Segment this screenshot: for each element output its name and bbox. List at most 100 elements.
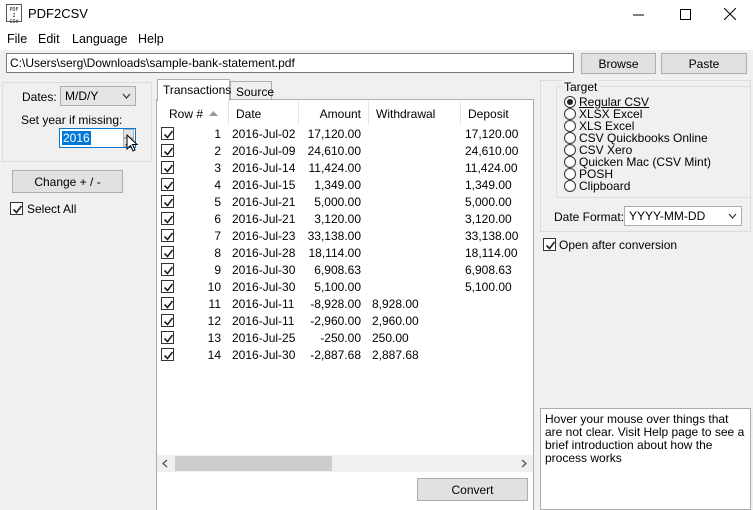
cell-row-number: 2	[214, 144, 221, 158]
horizontal-scrollbar[interactable]	[157, 455, 533, 472]
row-checkbox[interactable]	[161, 212, 174, 225]
row-checkbox[interactable]	[161, 297, 174, 310]
year-spinner[interactable]: 2016	[59, 128, 136, 148]
cell-date: 2016-Jul-21	[232, 212, 296, 226]
select-all-label: Select All	[27, 202, 77, 216]
cell-amount: -8,928.00	[310, 297, 361, 311]
cell-date: 2016-Jul-30	[232, 348, 296, 362]
cell-deposit: 6,908.63	[465, 263, 512, 277]
cell-date: 2016-Jul-11	[232, 314, 295, 328]
checkmark-icon	[163, 334, 174, 343]
checkmark-icon	[163, 317, 174, 326]
minimize-icon	[632, 14, 644, 15]
cell-date: 2016-Jul-28	[232, 246, 296, 260]
checkmark-icon	[163, 300, 174, 309]
title-bar: PDF 2 CSV PDF2CSV	[0, 0, 753, 28]
maximize-button[interactable]	[662, 0, 708, 28]
row-checkbox[interactable]	[161, 161, 174, 174]
scroll-right-icon[interactable]	[521, 459, 527, 468]
sort-ascending-icon	[209, 111, 218, 116]
row-checkbox[interactable]	[161, 263, 174, 276]
table-row[interactable]: 13 2016-Jul-25 -250.00 250.00	[157, 330, 533, 347]
table-row[interactable]: 14 2016-Jul-30 -2,887.68 2,887.68	[157, 347, 533, 364]
column-header-deposit[interactable]: Deposit	[461, 101, 533, 125]
date-format-select[interactable]: YYYY-MM-DD	[624, 206, 742, 226]
cell-deposit: 5,100.00	[465, 280, 512, 294]
paste-button[interactable]: Paste	[661, 53, 747, 74]
minimize-button[interactable]	[615, 0, 661, 28]
cell-row-number: 12	[207, 314, 221, 328]
menu-language[interactable]: Language	[72, 32, 128, 46]
table-row[interactable]: 9 2016-Jul-30 6,908.63 6,908.63	[157, 262, 533, 279]
cell-withdrawal: 8,928.00	[372, 297, 419, 311]
table-row[interactable]: 6 2016-Jul-21 3,120.00 3,120.00	[157, 211, 533, 228]
checkmark-icon	[163, 249, 174, 258]
dates-format-select[interactable]: M/D/Y	[60, 86, 136, 106]
checkmark-icon	[163, 164, 174, 173]
cell-date: 2016-Jul-02	[232, 127, 296, 141]
row-checkbox[interactable]	[161, 144, 174, 157]
column-header-date[interactable]: Date	[229, 101, 299, 125]
menu-help[interactable]: Help	[138, 32, 164, 46]
table-row[interactable]: 2 2016-Jul-09 24,610.00 24,610.00	[157, 143, 533, 160]
row-checkbox[interactable]	[161, 314, 174, 327]
menu-file[interactable]: File	[7, 32, 27, 46]
cell-date: 2016-Jul-11	[232, 297, 295, 311]
close-button[interactable]	[707, 0, 753, 28]
column-header-row[interactable]: Row #	[157, 101, 229, 125]
checkmark-icon	[163, 147, 174, 156]
target-radio[interactable]	[564, 96, 576, 108]
row-checkbox[interactable]	[161, 178, 174, 191]
target-option-label[interactable]: Clipboard	[579, 179, 630, 193]
cell-row-number: 6	[214, 212, 221, 226]
target-radio[interactable]	[564, 180, 576, 192]
table-row[interactable]: 11 2016-Jul-11 -8,928.00 8,928.00	[157, 296, 533, 313]
target-radio[interactable]	[564, 132, 576, 144]
target-radio[interactable]	[564, 120, 576, 132]
cell-amount: 3,120.00	[314, 212, 361, 226]
column-header-amount[interactable]: Amount	[299, 101, 369, 125]
pdf-path-input[interactable]: C:\Users\serg\Downloads\sample-bank-stat…	[6, 53, 574, 73]
convert-button[interactable]: Convert	[417, 478, 528, 501]
target-radio[interactable]	[564, 168, 576, 180]
scroll-left-icon[interactable]	[162, 459, 168, 468]
column-header-withdrawal[interactable]: Withdrawal	[369, 101, 461, 125]
row-checkbox[interactable]	[161, 246, 174, 259]
row-checkbox[interactable]	[161, 127, 174, 140]
cell-amount: 5,000.00	[314, 195, 361, 209]
table-row[interactable]: 5 2016-Jul-21 5,000.00 5,000.00	[157, 194, 533, 211]
tab-transactions[interactable]: Transactions	[157, 79, 231, 101]
row-checkbox[interactable]	[161, 195, 174, 208]
table-row[interactable]: 3 2016-Jul-14 11,424.00 11,424.00	[157, 160, 533, 177]
table-row[interactable]: 8 2016-Jul-28 18,114.00 18,114.00	[157, 245, 533, 262]
open-after-checkbox[interactable]	[543, 238, 556, 251]
target-radio[interactable]	[564, 108, 576, 120]
browse-button[interactable]: Browse	[581, 53, 656, 74]
row-checkbox[interactable]	[161, 348, 174, 361]
checkmark-icon	[163, 198, 174, 207]
row-checkbox[interactable]	[161, 280, 174, 293]
table-row[interactable]: 10 2016-Jul-30 5,100.00 5,100.00	[157, 279, 533, 296]
checkmark-icon	[163, 215, 174, 224]
menu-edit[interactable]: Edit	[38, 32, 60, 46]
tab-source[interactable]: Source	[230, 81, 274, 101]
cell-row-number: 13	[207, 331, 221, 345]
checkmark-icon	[163, 283, 174, 292]
row-checkbox[interactable]	[161, 229, 174, 242]
target-radio[interactable]	[564, 156, 576, 168]
table-row[interactable]: 1 2016-Jul-02 17,120.00 17,120.00	[157, 126, 533, 143]
cell-row-number: 5	[214, 195, 221, 209]
target-radio[interactable]	[564, 144, 576, 156]
table-row[interactable]: 4 2016-Jul-15 1,349.00 1,349.00	[157, 177, 533, 194]
cell-row-number: 14	[207, 348, 221, 362]
change-sign-button[interactable]: Change + / -	[12, 170, 123, 193]
scroll-thumb[interactable]	[175, 456, 332, 471]
cell-date: 2016-Jul-25	[232, 331, 296, 345]
cell-withdrawal: 2,960.00	[372, 314, 419, 328]
select-all-checkbox[interactable]	[10, 202, 23, 215]
row-checkbox[interactable]	[161, 331, 174, 344]
cell-row-number: 4	[214, 178, 221, 192]
column-header-row-label: Row #	[169, 107, 204, 121]
table-row[interactable]: 12 2016-Jul-11 -2,960.00 2,960.00	[157, 313, 533, 330]
table-row[interactable]: 7 2016-Jul-23 33,138.00 33,138.00	[157, 228, 533, 245]
